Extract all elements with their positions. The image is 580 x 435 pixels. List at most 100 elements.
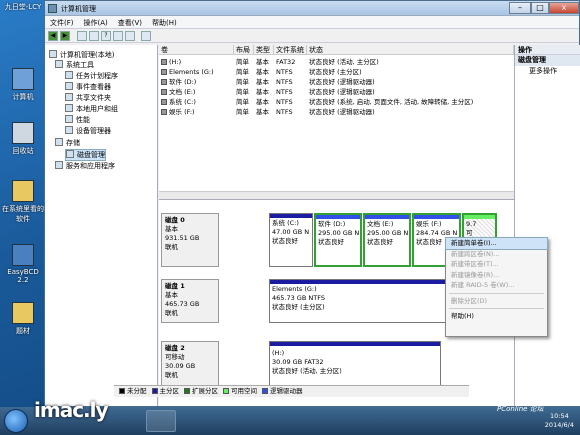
volume-type: 基本 [256,98,269,106]
tree-node-icon [65,82,73,90]
menu-bar: 文件(F) 操作(A) 查看(V) 帮助(H) [45,16,579,29]
partition-size: 295.00 GB N [367,229,409,237]
col-volume[interactable]: 卷 [159,45,234,55]
disk-type: 基本 [165,225,178,233]
forward-icon[interactable]: ▶ [60,31,70,41]
desktop-icon-image [12,244,34,266]
menu-separator [449,308,544,309]
partition-size: 30.09 GB FAT32 [272,358,324,366]
desktop-icon[interactable]: 在系统里看的软件 [2,180,44,224]
disk-status: 联机 [165,371,178,379]
volume-row[interactable]: 娱乐 (F:) 简单 基本 NTFS 状态良好 (逻辑驱动器) [159,107,459,117]
partition-d[interactable]: 软件 (D:) 295.00 GB N 状态良好 [314,213,362,267]
computer-management-window: 计算机管理 – □ x 文件(F) 操作(A) 查看(V) 帮助(H) ◀ ▶ ? 计… [44,0,580,407]
partition-state: 状态良好 [272,237,298,245]
menu-file[interactable]: 文件(F) [45,16,79,28]
volume-row[interactable]: 系统 (C:) 简单 基本 NTFS 状态良好 (系统, 启动, 页面文件, 活动, 故… [159,97,473,107]
volume-row[interactable]: 软件 (D:) 简单 基本 NTFS 状态良好 (逻辑驱动器) [159,77,459,87]
drive-icon [161,69,167,75]
tree-item[interactable]: 存储 [55,138,80,148]
volume-status: 状态良好 (主分区) [309,68,362,76]
refresh-icon[interactable] [141,31,151,41]
actions-section-disk-management[interactable]: 磁盘管理 [515,55,580,66]
partition-c[interactable]: 系统 (C:) 47.00 GB N 状态良好 [269,213,313,267]
disk-0-label[interactable]: 磁盘 0 基本 931.51 GB 联机 [161,213,219,267]
tree-item[interactable]: 任务计划程序 [65,71,118,81]
tree-node-icon [55,60,63,68]
desktop-icon[interactable]: 计算机 [2,68,44,102]
partition-title: (H:) [272,349,285,357]
title-bar[interactable]: 计算机管理 – □ x [45,1,579,16]
volume-type: 基本 [256,88,269,96]
desktop-icon[interactable]: 题材 [2,302,44,336]
partition-e[interactable]: 文档 (E:) 295.00 GB N 状态良好 [363,213,411,267]
desktop-icon-label: 回收站 [12,147,34,155]
partition-state: 状态良好 [367,238,393,246]
clock-date: 2014/6/4 [544,421,574,429]
volume-filesystem: NTFS [276,78,293,86]
col-status[interactable]: 状态 [307,45,514,55]
partition-size: 9.7 [466,220,477,228]
context-menu-item[interactable]: 新建简单卷(I)... [445,237,548,250]
close-button[interactable]: x [549,2,579,14]
show-tree-icon[interactable] [89,31,99,41]
col-type[interactable]: 类型 [254,45,274,55]
tree-item[interactable]: 本地用户和组 [65,104,118,114]
tree-item[interactable]: 设备管理器 [65,126,111,136]
desktop-icon[interactable]: 回收站 [2,122,44,156]
volume-name: 娱乐 (F:) [169,108,195,116]
maximize-button[interactable]: □ [531,2,549,14]
col-filesystem[interactable]: 文件系统 [274,45,307,55]
disk-1-label[interactable]: 磁盘 1 基本 465.73 GB 联机 [161,279,219,323]
legend-label: 未分配 [127,387,147,395]
context-menu-item: 新建镜像卷(R)... [451,270,500,279]
legend-swatch [262,388,268,394]
drive-icon [161,89,167,95]
volume-layout: 简单 [236,88,249,96]
menu-view[interactable]: 查看(V) [113,16,147,28]
context-menu-item[interactable]: 帮助(H) [446,311,547,322]
tree-item[interactable]: 性能 [65,115,90,125]
volume-row[interactable]: Elements (G:) 简单 基本 NTFS 状态良好 (主分区) [159,67,459,77]
legend-label: 扩展分区 [192,387,218,395]
help-icon[interactable]: ? [101,31,111,41]
tree-item[interactable]: 磁盘管理 [65,149,106,161]
minimize-button[interactable]: – [509,2,531,14]
col-layout[interactable]: 布局 [234,45,254,55]
disk-name: 磁盘 2 [165,344,185,352]
volume-name: 软件 (D:) [169,78,197,86]
properties-icon[interactable] [113,31,123,41]
desktop-icon[interactable]: 九日堂-LCY [2,2,44,12]
start-button[interactable] [4,409,28,433]
volume-name: (H:) [169,58,182,66]
desktop-icon[interactable]: EasyBCD 2.2 [2,244,44,284]
volume-row[interactable]: 文档 (E:) 简单 基本 NTFS 状态良好 (逻辑驱动器) [159,87,459,97]
tree-item[interactable]: 服务和应用程序 [55,161,115,171]
tree-item[interactable]: 共享文件夹 [65,93,111,103]
back-icon[interactable]: ◀ [48,31,58,41]
partition-title: 娱乐 (F:) [416,220,442,228]
tree-item[interactable]: 事件查看器 [65,82,111,92]
disk-size: 465.73 GB [165,300,200,308]
volume-filesystem: NTFS [276,108,293,116]
clock[interactable]: 10:54 2014/6/4 [545,412,574,430]
volume-row[interactable]: (H:) 简单 基本 FAT32 状态良好 (活动, 主分区) [159,57,459,67]
taskbar-computer-management[interactable] [146,410,176,432]
tree-item[interactable]: 系统工具 [55,60,94,70]
menu-action[interactable]: 操作(A) [79,16,113,28]
export-icon[interactable] [125,31,135,41]
pconline-watermark: PConline 论坛 [497,405,544,413]
horizontal-scrollbar[interactable] [159,191,514,199]
menu-help[interactable]: 帮助(H) [147,16,182,28]
volume-list: 卷 布局 类型 文件系统 状态 (H:) 简单 基本 FAT32 状态良好 (活动, 主… [159,45,514,200]
partition-state: 状态良好 (活动, 主分区) [272,367,342,375]
up-folder-icon[interactable] [77,31,87,41]
more-actions-link[interactable]: 更多操作 [515,66,580,76]
tree-node-icon [65,104,73,112]
context-menu: 新建简单卷(I)... 新建跨区卷(N)... 新建带区卷(T)... 新建镜像卷(R… [445,237,548,337]
tree-item[interactable]: 计算机管理(本地) [49,50,114,60]
volume-filesystem: NTFS [276,98,293,106]
volume-status: 状态良好 (逻辑驱动器) [309,88,375,96]
volume-name: 系统 (C:) [169,98,196,106]
volume-filesystem: NTFS [276,88,293,96]
